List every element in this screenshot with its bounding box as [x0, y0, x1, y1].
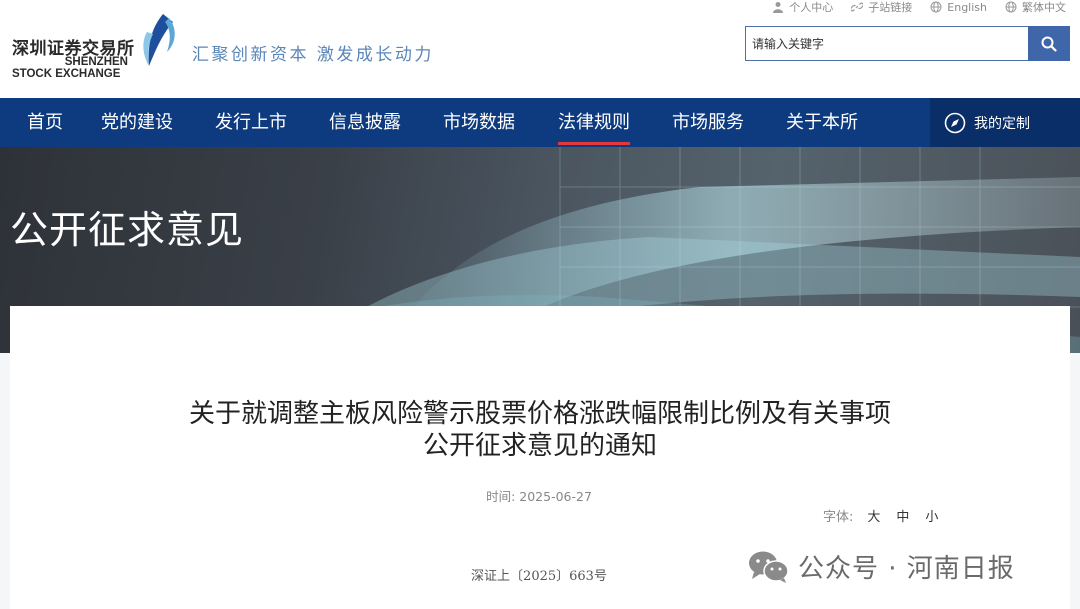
publish-time-label: 时间: [486, 489, 516, 504]
toplink-label: 繁体中文 [1022, 1, 1066, 14]
font-size-medium[interactable]: 中 [896, 506, 909, 525]
watermark-text: 公众号 · 河南日报 [798, 554, 1015, 584]
article-title-line1: 关于就调整主板风险警示股票价格涨跌幅限制比例及有关事项 [188, 399, 891, 429]
toplink-label: 个人中心 [789, 1, 834, 14]
toplink-label: English [947, 0, 987, 14]
my-customization-button[interactable]: 我的定制 [930, 98, 1080, 147]
compass-icon [944, 112, 966, 133]
search-input[interactable] [745, 26, 1028, 61]
main-nav: 首页 党的建设 发行上市 信息披露 市场数据 法律规则 市场服务 关于本所 我的… [0, 98, 1080, 147]
search-bar [745, 26, 1070, 61]
font-size-large[interactable]: 大 [867, 506, 880, 525]
site-header: 深圳证券交易所 SHENZHEN STOCK EXCHANGE 汇聚创新资本 激… [0, 0, 1080, 98]
nav-item-home[interactable]: 首页 [27, 98, 63, 147]
logo-english-line1: SHENZHEN [64, 56, 128, 68]
wechat-icon [749, 551, 789, 583]
nav-item-market-services[interactable]: 市场服务 [672, 98, 744, 147]
link-icon [851, 2, 864, 12]
nav-item-listing[interactable]: 发行上市 [215, 98, 287, 147]
article-title-line2: 公开征求意见的通知 [422, 431, 657, 461]
toplink-traditional-chinese[interactable]: 繁体中文 [1005, 0, 1066, 14]
globe-icon [1005, 1, 1017, 13]
banner-title: 公开征求意见 [10, 208, 245, 252]
search-button[interactable] [1028, 26, 1070, 61]
logo-english-name[interactable]: SHENZHEN STOCK EXCHANGE [12, 56, 130, 80]
toplink-label: 子站链接 [868, 1, 913, 14]
globe-icon [930, 1, 942, 13]
my-customization-label: 我的定制 [974, 115, 1030, 132]
search-icon [1041, 36, 1057, 52]
top-links: 个人中心 子站链接 English 繁体中文 [772, 0, 1066, 14]
toplink-substation-links[interactable]: 子站链接 [851, 0, 912, 14]
font-size-switcher: 字体: 大 中 小 [823, 506, 938, 525]
logo-english-line2: STOCK EXCHANGE [12, 68, 121, 80]
szse-logo-icon[interactable] [133, 12, 181, 68]
toplink-personal-center[interactable]: 个人中心 [772, 0, 833, 14]
person-icon [773, 2, 784, 13]
slogan: 汇聚创新资本 激发成长动力 [192, 45, 434, 65]
nav-item-about[interactable]: 关于本所 [786, 98, 858, 147]
nav-item-rules[interactable]: 法律规则 [558, 98, 630, 147]
publish-time-value: 2025-06-27 [519, 489, 592, 504]
font-size-small[interactable]: 小 [925, 506, 938, 525]
nav-item-market-data[interactable]: 市场数据 [443, 98, 515, 147]
nav-item-party-building[interactable]: 党的建设 [101, 98, 173, 147]
font-size-label: 字体: [823, 510, 854, 525]
toplink-english[interactable]: English [930, 0, 987, 14]
wechat-watermark: 公众号 · 河南日报 [748, 548, 1015, 585]
publish-time: 时间: 2025-06-27 [10, 486, 1068, 505]
nav-item-disclosure[interactable]: 信息披露 [329, 98, 401, 147]
